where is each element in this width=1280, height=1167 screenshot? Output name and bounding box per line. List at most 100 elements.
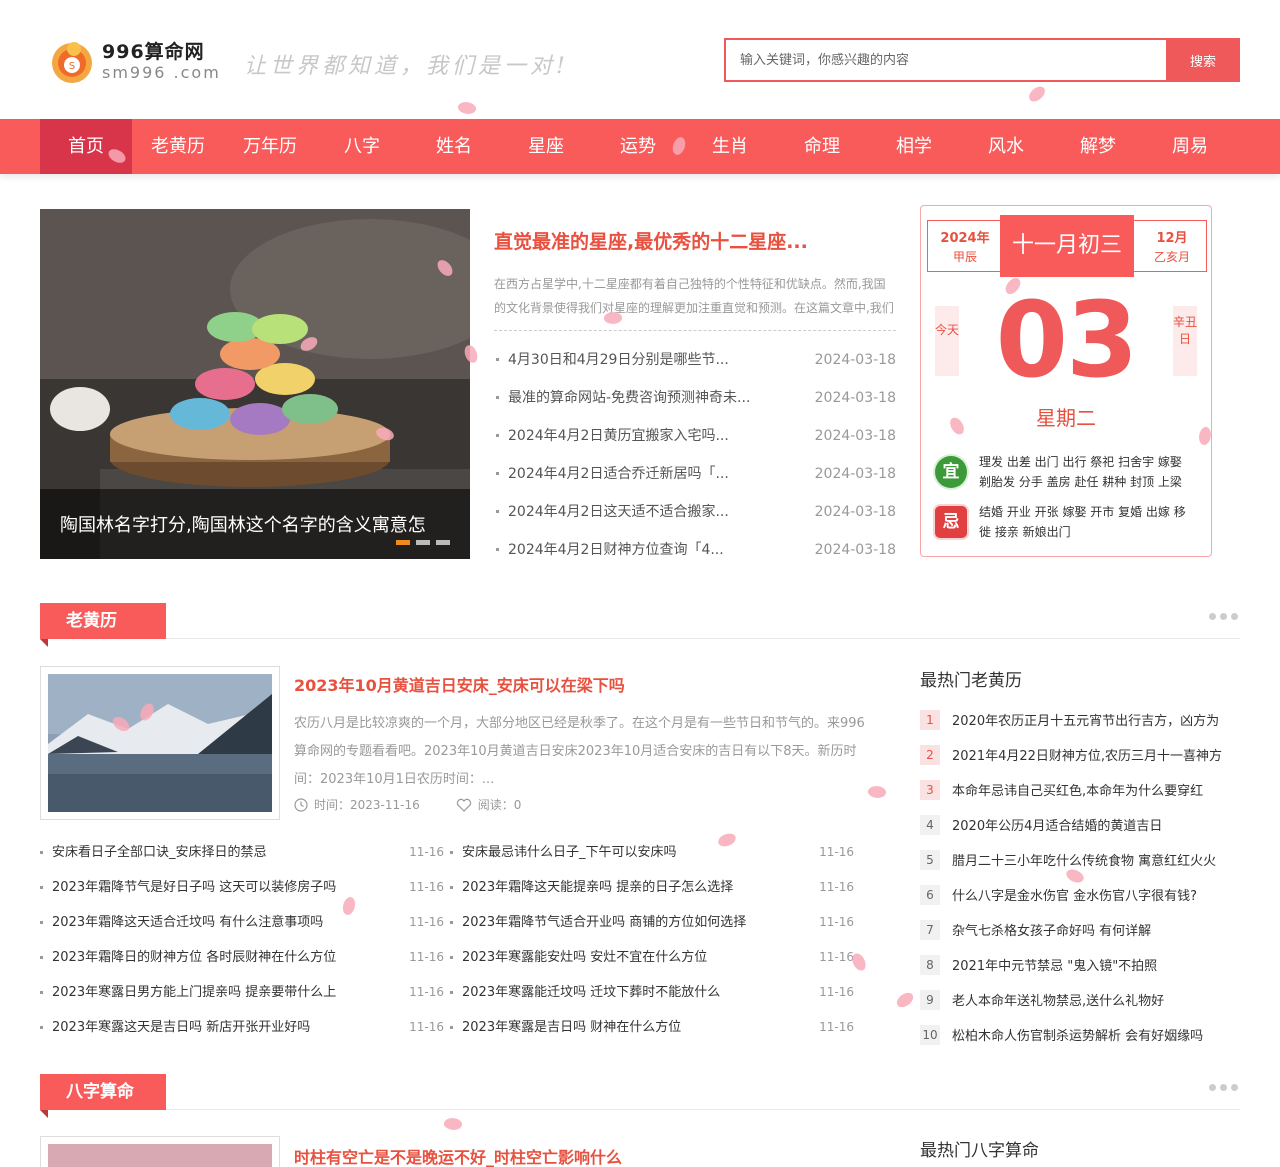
nav-item-perpetual-calendar[interactable]: 万年历	[224, 119, 316, 174]
list-item-title[interactable]: 2023年寒露日男方能上门提亲吗 提亲要带什么上	[40, 975, 380, 1010]
hot-list-item-title[interactable]: 本命年忌讳自己买红色,本命年为什么要穿红	[952, 780, 1240, 799]
list-item-title[interactable]: 2023年霜降节气是好日子吗 这天可以装修房子吗	[40, 870, 380, 905]
article-thumbnail	[48, 1144, 272, 1167]
nav-item-home[interactable]: 首页	[40, 119, 132, 174]
hot-list-item-title[interactable]: 2020年农历正月十五元宵节出行吉方，凶方为	[952, 710, 1240, 729]
hot-list-item[interactable]: 4 2020年公历4月适合结婚的黄道吉日	[920, 807, 1240, 842]
list-item-title[interactable]: 2023年霜降这天能提亲吗 提亲的日子怎么选择	[450, 870, 790, 905]
list-item-title[interactable]: 2023年寒露能安灶吗 安灶不宜在什么方位	[450, 940, 790, 975]
nav-item-physiognomy[interactable]: 相学	[868, 119, 960, 174]
calendar-year: 2024年 甲辰	[928, 221, 1002, 271]
hot-list-item[interactable]: 3 本命年忌讳自己买红色,本命年为什么要穿红	[920, 772, 1240, 807]
list-item[interactable]: 安床最忌讳什么日子_下午可以安床吗 11-16	[450, 835, 860, 870]
list-item[interactable]: 2023年寒露日男方能上门提亲吗 提亲要带什么上 11-16	[40, 975, 450, 1010]
hot-list-item[interactable]: 5 腊月二十三小年吃什么传统食物 寓意红红火火	[920, 842, 1240, 877]
carousel-title[interactable]: 陶国林名字打分,陶国林这个名字的含义寓意怎	[60, 511, 465, 537]
featured-article: 2023年10月黄道吉日安床_安床可以在梁下吗 农历八月是比较凉爽的一个月，大部…	[40, 666, 890, 820]
list-item[interactable]: 安床看日子全部口诀_安床择日的禁忌 11-16	[40, 835, 450, 870]
avoid-badge: 忌	[935, 506, 967, 538]
list-item[interactable]: 2023年霜降这天适合迁坟吗 有什么注意事项吗 11-16	[40, 905, 450, 940]
hot-list-item-title[interactable]: 2021年中元节禁忌 "鬼入镜"不拍照	[952, 955, 1240, 974]
list-item[interactable]: 2023年霜降这天能提亲吗 提亲的日子怎么选择 11-16	[450, 870, 860, 905]
nav-item-fengshui[interactable]: 风水	[960, 119, 1052, 174]
hot-list-item-title[interactable]: 杂气七杀格女孩子命好吗 有何详解	[952, 920, 1240, 939]
calendar-today-label: 今天	[935, 306, 959, 376]
list-item-title[interactable]: 最准的算命网站-免费咨询预测神奇未...	[494, 379, 794, 417]
search-button[interactable]: 搜索	[1166, 38, 1240, 82]
featured-article-title[interactable]: 时柱有空亡是不是晚运不好_时柱空亡影响什么	[294, 1144, 622, 1167]
nav-item-zhouyi[interactable]: 周易	[1144, 119, 1236, 174]
hero-carousel[interactable]: 陶国林名字打分,陶国林这个名字的含义寓意怎	[40, 209, 470, 559]
list-item[interactable]: 2024年4月2日财神方位查询「4... 2024-03-18	[494, 531, 896, 569]
hot-list-item-title[interactable]: 老人本命年送礼物禁忌,送什么礼物好	[952, 990, 1240, 1009]
site-header: S 996算命网 sm996 .com 让世界都知道，我们是一对! 搜索	[0, 0, 1280, 118]
nav-item-zodiac[interactable]: 生肖	[684, 119, 776, 174]
list-item-title[interactable]: 4月30日和4月29日分别是哪些节...	[494, 341, 794, 379]
calendar-year-value: 2024年	[940, 231, 990, 246]
list-item[interactable]: 2023年寒露能安灶吗 安灶不宜在什么方位 11-16	[450, 940, 860, 975]
list-item-title[interactable]: 2024年4月2日这天适不适合搬家...	[494, 493, 794, 531]
list-item-title[interactable]: 2023年寒露是吉日吗 财神在什么方位	[450, 1010, 790, 1045]
list-item[interactable]: 2023年寒露是吉日吗 财神在什么方位 11-16	[450, 1010, 860, 1045]
carousel-dot[interactable]	[436, 540, 450, 545]
featured-article-title[interactable]: 2023年10月黄道吉日安床_安床可以在梁下吗	[294, 672, 625, 696]
hot-list-item-title[interactable]: 2021年4月22日财神方位,农历三月十一喜神方	[952, 745, 1240, 764]
list-item[interactable]: 2023年霜降节气是好日子吗 这天可以装修房子吗 11-16	[40, 870, 450, 905]
more-icon[interactable]	[1209, 1084, 1238, 1091]
list-item[interactable]: 2024年4月2日黄历宜搬家入宅吗... 2024-03-18	[494, 417, 896, 455]
search-input[interactable]	[724, 38, 1166, 82]
nav-item-name[interactable]: 姓名	[408, 119, 500, 174]
list-item[interactable]: 2023年寒露能迁坟吗 迁坟下葬时不能放什么 11-16	[450, 975, 860, 1010]
hot-list-item[interactable]: 6 什么八字是金水伤官 金水伤官八字很有钱?	[920, 877, 1240, 912]
hot-list-item[interactable]: 10 松柏木命人伤官制杀运势解析 会有好姻缘吗	[920, 1017, 1240, 1052]
carousel-dot[interactable]	[416, 540, 430, 545]
more-icon[interactable]	[1209, 613, 1238, 620]
hot-list-item-title[interactable]: 什么八字是金水伤官 金水伤官八字很有钱?	[952, 885, 1240, 904]
list-item-title[interactable]: 2023年寒露这天是吉日吗 新店开张开业好吗	[40, 1010, 380, 1045]
nav-item-destiny[interactable]: 命理	[776, 119, 868, 174]
hot-list-item[interactable]: 7 杂气七杀格女孩子命好吗 有何详解	[920, 912, 1240, 947]
hot-list-item[interactable]: 9 老人本命年送礼物禁忌,送什么礼物好	[920, 982, 1240, 1017]
list-item-title[interactable]: 2024年4月2日财神方位查询「4...	[494, 531, 794, 569]
list-item[interactable]: 2023年寒露这天是吉日吗 新店开张开业好吗 11-16	[40, 1010, 450, 1045]
section-title[interactable]: 老黄历	[40, 603, 166, 647]
nav-item-constellation[interactable]: 星座	[500, 119, 592, 174]
list-item[interactable]: 2023年霜降日的财神方位 各时辰财神在什么方位 11-16	[40, 940, 450, 975]
hot-list-item[interactable]: 2 2021年4月22日财神方位,农历三月十一喜神方	[920, 737, 1240, 772]
carousel-dots	[396, 540, 450, 545]
list-item[interactable]: 4月30日和4月29日分别是哪些节... 2024-03-18	[494, 341, 896, 379]
site-logo[interactable]: S 996算命网 sm996 .com	[48, 33, 219, 89]
carousel-dot[interactable]	[396, 540, 410, 545]
featured-article-image[interactable]	[40, 1136, 280, 1167]
list-item-title[interactable]: 2023年霜降日的财神方位 各时辰财神在什么方位	[40, 940, 380, 975]
nav-item-almanac[interactable]: 老黄历	[132, 119, 224, 174]
hot-list-item[interactable]: 8 2021年中元节禁忌 "鬼入镜"不拍照	[920, 947, 1240, 982]
hot-list-item-title[interactable]: 2020年公历4月适合结婚的黄道吉日	[952, 815, 1240, 834]
rank-number: 6	[920, 884, 940, 905]
headline-title[interactable]: 直觉最准的星座,最优秀的十二星座...	[494, 227, 896, 254]
list-item-title[interactable]: 2024年4月2日黄历宜搬家入宅吗...	[494, 417, 794, 455]
nav-item-dream[interactable]: 解梦	[1052, 119, 1144, 174]
list-item[interactable]: 2024年4月2日适合乔迁新居吗「... 2024-03-18	[494, 455, 896, 493]
section-title[interactable]: 八字算命	[40, 1074, 166, 1118]
list-item[interactable]: 最准的算命网站-免费咨询预测神奇未... 2024-03-18	[494, 379, 896, 417]
list-item-date: 11-16	[819, 985, 854, 999]
nav-item-fortune[interactable]: 运势	[592, 119, 684, 174]
list-item-date: 11-16	[819, 845, 854, 859]
list-item-title[interactable]: 安床看日子全部口诀_安床择日的禁忌	[40, 835, 380, 870]
list-item[interactable]: 2023年霜降节气适合开业吗 商铺的方位如何选择 11-16	[450, 905, 860, 940]
hot-list-item-title[interactable]: 腊月二十三小年吃什么传统食物 寓意红红火火	[952, 850, 1240, 869]
list-item-date: 2024-03-18	[814, 466, 896, 482]
hot-list-item-title[interactable]: 松柏木命人伤官制杀运势解析 会有好姻缘吗	[952, 1025, 1240, 1044]
list-item-title[interactable]: 2024年4月2日适合乔迁新居吗「...	[494, 455, 794, 493]
rank-number: 2	[920, 744, 940, 765]
list-item-title[interactable]: 2023年寒露能迁坟吗 迁坟下葬时不能放什么	[450, 975, 790, 1010]
featured-article-image[interactable]	[40, 666, 280, 820]
list-item[interactable]: 2024年4月2日这天适不适合搬家... 2024-03-18	[494, 493, 896, 531]
nav-item-bazi[interactable]: 八字	[316, 119, 408, 174]
list-item-title[interactable]: 安床最忌讳什么日子_下午可以安床吗	[450, 835, 790, 870]
list-item-title[interactable]: 2023年霜降这天适合迁坟吗 有什么注意事项吗	[40, 905, 380, 940]
hot-list-item[interactable]: 1 2020年农历正月十五元宵节出行吉方，凶方为	[920, 702, 1240, 737]
list-item-date: 2024-03-18	[814, 542, 896, 558]
list-item-title[interactable]: 2023年霜降节气适合开业吗 商铺的方位如何选择	[450, 905, 790, 940]
